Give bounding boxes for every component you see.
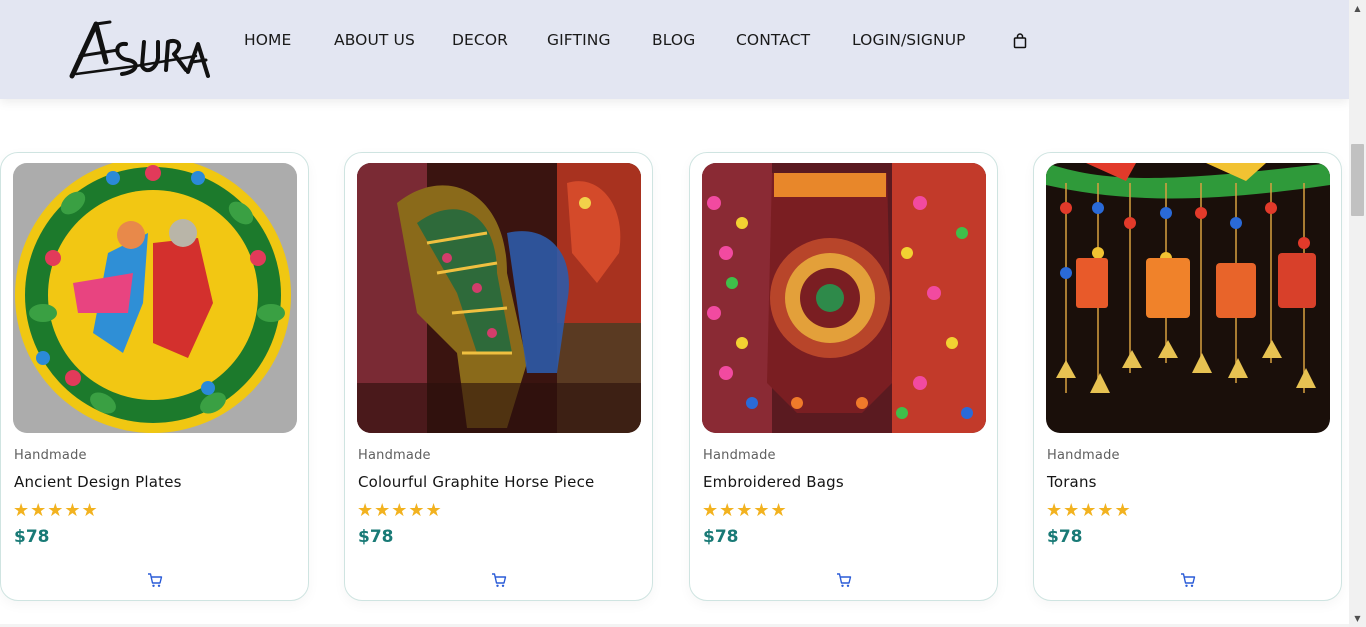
cart-icon[interactable]	[490, 571, 508, 589]
embroidered-bag-image[interactable]	[702, 163, 986, 433]
product-category: Handmade	[1047, 448, 1120, 463]
nav-gifting[interactable]: GIFTING	[547, 31, 611, 49]
product-price: $78	[14, 527, 50, 547]
cart-icon[interactable]	[1179, 571, 1197, 589]
site-header: HOME ABOUT US DECOR GIFTING BLOG CONTACT…	[0, 0, 1349, 99]
product-card[interactable]: Handmade Ancient Design Plates ★★★★★ $78	[0, 152, 309, 601]
product-category: Handmade	[14, 448, 87, 463]
scroll-up-arrow-icon[interactable]: ▲	[1349, 0, 1366, 17]
product-price: $78	[703, 527, 739, 547]
product-card[interactable]: Handmade Embroidered Bags ★★★★★ $78	[689, 152, 998, 601]
product-price: $78	[1047, 527, 1083, 547]
scroll-down-arrow-icon[interactable]: ▼	[1349, 610, 1366, 627]
scrollbar-thumb[interactable]	[1351, 144, 1364, 216]
product-category: Handmade	[358, 448, 431, 463]
rating-stars: ★★★★★	[13, 500, 99, 521]
product-title[interactable]: Embroidered Bags	[703, 473, 844, 491]
nav-contact[interactable]: CONTACT	[736, 31, 810, 49]
brand-logo-mark	[69, 20, 210, 79]
nav-decor[interactable]: DECOR	[452, 31, 508, 49]
product-card[interactable]: Handmade Colourful Graphite Horse Piece …	[344, 152, 653, 601]
rating-stars: ★★★★★	[1046, 500, 1132, 521]
nav-home[interactable]: HOME	[244, 31, 291, 49]
toran-image[interactable]	[1046, 163, 1330, 433]
product-title[interactable]: Ancient Design Plates	[14, 473, 182, 491]
cart-icon[interactable]	[146, 571, 164, 589]
product-price: $78	[358, 527, 394, 547]
product-card[interactable]: Handmade Torans ★★★★★ $78	[1033, 152, 1342, 601]
product-title[interactable]: Torans	[1047, 473, 1097, 491]
nav-login-signup[interactable]: LOGIN/SIGNUP	[852, 31, 966, 49]
product-title[interactable]: Colourful Graphite Horse Piece	[358, 473, 594, 491]
product-category: Handmade	[703, 448, 776, 463]
rating-stars: ★★★★★	[357, 500, 443, 521]
rating-stars: ★★★★★	[702, 500, 788, 521]
nav-about-us[interactable]: ABOUT US	[334, 31, 415, 49]
cart-icon[interactable]	[835, 571, 853, 589]
shopping-bag-icon[interactable]	[1011, 32, 1029, 50]
painted-horse-image[interactable]	[357, 163, 641, 433]
painted-plate-image[interactable]	[13, 163, 297, 433]
vertical-scrollbar[interactable]: ▲ ▼	[1349, 0, 1366, 627]
nav-blog[interactable]: BLOG	[652, 31, 695, 49]
brand-logo[interactable]	[66, 14, 212, 84]
